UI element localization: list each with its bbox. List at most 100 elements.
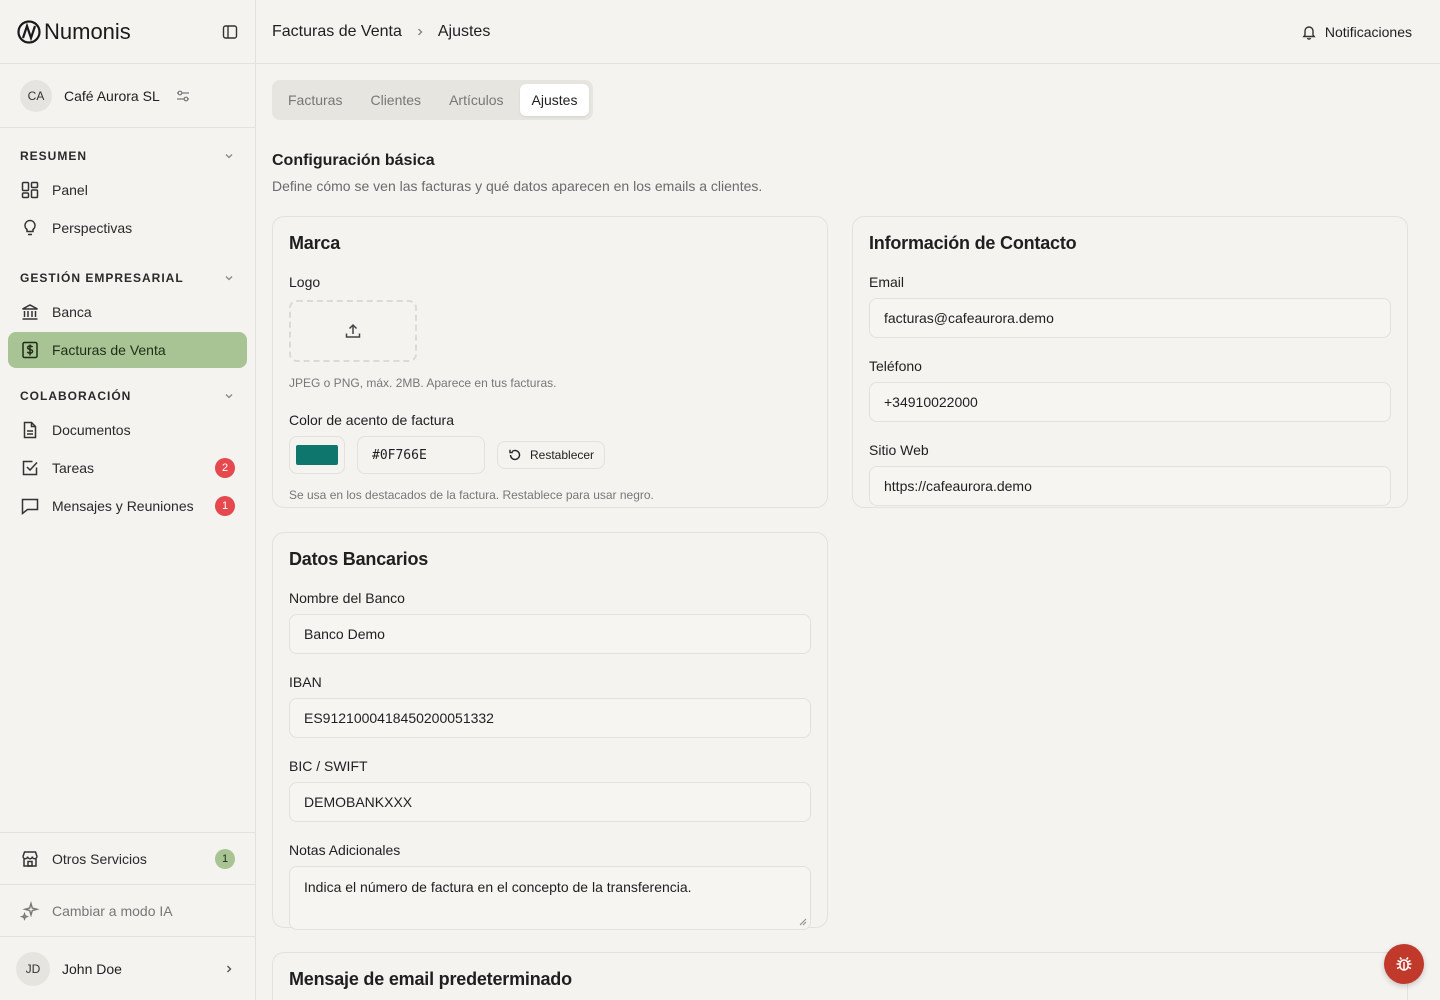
- bank-name-field[interactable]: Banco Demo: [289, 614, 811, 654]
- sidebar-item-documentos[interactable]: Documentos: [8, 412, 247, 448]
- app-name: Numonis: [44, 18, 131, 44]
- top-header: Facturas de Venta Ajustes Notificaciones: [256, 0, 1440, 64]
- sidebar-item-banca[interactable]: Banca: [8, 294, 247, 330]
- reset-label: Restablecer: [530, 448, 595, 462]
- card-title: Marca: [289, 233, 341, 253]
- app-logo[interactable]: Numonis: [16, 19, 131, 45]
- sidebar-item-label: Mensajes y Reuniones: [52, 498, 194, 514]
- sidebar-item-otros-servicios[interactable]: Otros Servicios 1: [0, 832, 255, 884]
- iban-label: IBAN: [289, 674, 322, 690]
- sidebar-item-panel[interactable]: Panel: [8, 172, 247, 208]
- accent-hex-input[interactable]: #0F766E: [357, 436, 485, 474]
- accent-color-label: Color de acento de factura: [289, 412, 454, 428]
- chevron-right-icon: [227, 965, 232, 972]
- sidebar-item-label: Panel: [52, 182, 88, 198]
- upload-icon: [345, 323, 361, 338]
- brand-card: Marca Logo JPEG o PNG, máx. 2MB. Aparece…: [272, 216, 828, 508]
- org-name: Café Aurora SL: [64, 87, 160, 104]
- email-field[interactable]: facturas@cafeaurora.demo: [869, 298, 1391, 338]
- settings-sliders-icon[interactable]: [176, 89, 190, 103]
- bank-name-label: Nombre del Banco: [289, 590, 405, 606]
- notifications-button[interactable]: Notificaciones: [1301, 24, 1412, 40]
- logo-label: Logo: [289, 274, 321, 290]
- email-label: Email: [869, 274, 905, 290]
- page-title: Configuración básica: [272, 152, 435, 169]
- tab-ajustes[interactable]: Ajustes: [519, 84, 590, 116]
- page-subtitle: Define cómo se ven las facturas y qué da…: [272, 178, 763, 194]
- bug-report-button[interactable]: [1384, 944, 1424, 984]
- sidebar-item-perspectivas[interactable]: Perspectivas: [8, 210, 247, 246]
- breadcrumb-item-facturas[interactable]: Facturas de Venta: [272, 23, 402, 41]
- dashboard-grid-icon: [20, 180, 40, 200]
- user-avatar: JD: [16, 951, 50, 986]
- section-gestion-empresarial[interactable]: GESTIÓN EMPRESARIAL: [0, 264, 255, 292]
- chevron-down-icon: [225, 276, 233, 281]
- notifications-label: Notificaciones: [1324, 23, 1412, 40]
- sidebar: Numonis CA Café Aurora SL RESUMEN Panel …: [0, 0, 256, 1000]
- sidebar-bottom: Otros Servicios 1 Cambiar a modo IA JD J…: [0, 832, 255, 1000]
- messages-count-badge: 1: [215, 496, 235, 516]
- sidebar-item-mensajes-y-reuniones[interactable]: Mensajes y Reuniones 1: [8, 488, 247, 524]
- chevron-down-icon: [225, 154, 233, 159]
- org-avatar: CA: [20, 79, 52, 112]
- section-resumen[interactable]: RESUMEN: [0, 142, 255, 170]
- accent-color-picker[interactable]: [289, 436, 345, 474]
- sidebar-item-label: Banca: [52, 304, 92, 320]
- notes-text: Indica el número de factura en el concep…: [304, 879, 692, 895]
- logo-hint: JPEG o PNG, máx. 2MB. Aparece en tus fac…: [289, 376, 557, 390]
- sidebar-item-label: Tareas: [52, 460, 95, 476]
- ai-mode-toggle[interactable]: Cambiar a modo IA: [0, 884, 255, 936]
- tab-clientes[interactable]: Clientes: [358, 84, 433, 116]
- default-email-card: Mensaje de email predeterminado: [272, 952, 1408, 1000]
- sidebar-item-label: Facturas de Venta: [52, 342, 166, 358]
- resize-handle-icon[interactable]: [799, 918, 807, 926]
- bank-icon: [20, 302, 40, 322]
- card-title: Datos Bancarios: [289, 549, 429, 569]
- tab-bar: Facturas Clientes Artículos Ajustes: [272, 80, 594, 120]
- tab-facturas[interactable]: Facturas: [276, 84, 354, 116]
- website-field[interactable]: https://cafeaurora.demo: [869, 466, 1391, 506]
- logo-row: Numonis: [0, 0, 255, 64]
- accent-color-swatch: [296, 445, 338, 465]
- ai-mode-label: Cambiar a modo IA: [52, 902, 173, 919]
- website-label: Sitio Web: [869, 442, 929, 458]
- chevron-right-icon: [417, 28, 423, 35]
- card-title: Información de Contacto: [869, 233, 1077, 253]
- bic-field[interactable]: DEMOBANKXXX: [289, 782, 811, 822]
- logo-upload-dropzone[interactable]: [289, 300, 417, 362]
- user-name: John Doe: [62, 960, 122, 977]
- contact-card: Información de Contacto Email facturas@c…: [852, 216, 1408, 508]
- breadcrumb: Facturas de Venta Ajustes: [272, 23, 490, 41]
- sidebar-item-facturas-de-venta[interactable]: Facturas de Venta: [8, 332, 247, 368]
- section-colaboracion[interactable]: COLABORACIÓN: [0, 382, 255, 410]
- sparkles-icon: [20, 900, 40, 921]
- chevron-down-icon: [225, 394, 233, 399]
- chat-bubble-icon: [20, 496, 40, 516]
- notes-textarea[interactable]: Indica el número de factura en el concep…: [289, 866, 811, 930]
- phone-field[interactable]: +34910022000: [869, 382, 1391, 422]
- tab-articulos[interactable]: Artículos: [437, 84, 515, 116]
- sidebar-item-tareas[interactable]: Tareas 2: [8, 450, 247, 486]
- reset-accent-button[interactable]: Restablecer: [497, 441, 606, 469]
- store-icon: [20, 849, 40, 869]
- org-switcher[interactable]: CA Café Aurora SL: [0, 64, 255, 128]
- breadcrumb-item-ajustes: Ajustes: [437, 22, 491, 40]
- main-content: Facturas Clientes Artículos Ajustes Conf…: [272, 80, 1408, 194]
- accent-color-row: #0F766E Restablecer: [289, 436, 811, 474]
- checkbox-icon: [20, 458, 40, 478]
- bank-card: Datos Bancarios Nombre del Banco Banco D…: [272, 532, 828, 930]
- section-title: RESUMEN: [20, 149, 88, 163]
- iban-field[interactable]: ES9121000418450200051332: [289, 698, 811, 738]
- bic-label: BIC / SWIFT: [289, 758, 368, 774]
- sidebar-toggle-icon[interactable]: [221, 23, 239, 41]
- numonis-logo-icon: [17, 19, 41, 44]
- sidebar-item-label: Perspectivas: [52, 220, 133, 236]
- accent-hint: Se usa en los destacados de la factura. …: [289, 488, 654, 502]
- card-title: Mensaje de email predeterminado: [289, 969, 572, 989]
- user-menu[interactable]: JD John Doe: [0, 936, 255, 1000]
- invoice-dollar-icon: [20, 340, 40, 360]
- lightbulb-icon: [20, 218, 40, 238]
- phone-label: Teléfono: [869, 358, 922, 374]
- section-title: GESTIÓN EMPRESARIAL: [20, 271, 184, 285]
- reset-arrow-icon: [509, 449, 521, 461]
